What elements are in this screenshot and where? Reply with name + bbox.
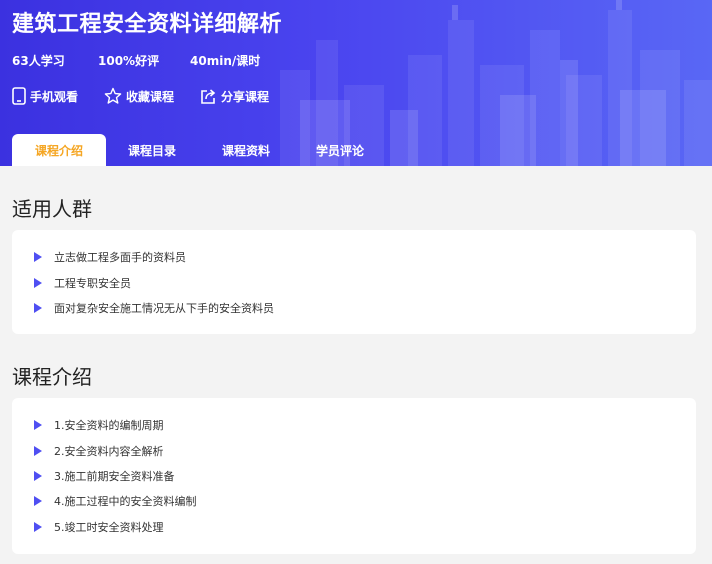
audience-card: 立志做工程多面手的资料员 工程专职安全员 面对复杂安全施工情况无从下手的安全资料…	[12, 230, 696, 334]
favorite-button[interactable]: 收藏课程	[104, 86, 174, 106]
tab-reviews[interactable]: 学员评论	[304, 134, 376, 166]
list-item-text: 5.竣工时安全资料处理	[54, 521, 164, 534]
lesson-duration: 40min/课时	[190, 54, 261, 68]
list-item-text: 面对复杂安全施工情况无从下手的安全资料员	[54, 302, 274, 315]
share-label: 分享课程	[221, 89, 270, 104]
triangle-right-icon	[34, 446, 42, 456]
list-item-text: 1.安全资料的编制周期	[54, 419, 164, 432]
triangle-right-icon	[34, 471, 42, 481]
list-item-text: 3.施工前期安全资料准备	[54, 470, 175, 483]
mobile-watch-button[interactable]: 手机观看	[12, 86, 78, 106]
triangle-right-icon	[34, 522, 42, 532]
list-item: 4.施工过程中的安全资料编制	[34, 493, 197, 509]
intro-section-title: 课程介绍	[12, 365, 92, 389]
triangle-right-icon	[34, 420, 42, 430]
list-item: 立志做工程多面手的资料员	[34, 249, 186, 265]
course-title: 建筑工程安全资料详细解析	[12, 12, 283, 37]
list-item: 1.安全资料的编制周期	[34, 417, 164, 433]
course-header: 建筑工程安全资料详细解析 63人学习 100%好评 40min/课时 手机观看 …	[0, 0, 712, 166]
list-item: 2.安全资料内容全解析	[34, 443, 164, 459]
triangle-right-icon	[34, 252, 42, 262]
tab-course-intro[interactable]: 课程介绍	[12, 134, 106, 166]
list-item-text: 工程专职安全员	[54, 277, 131, 290]
triangle-right-icon	[34, 303, 42, 313]
share-button[interactable]: 分享课程	[200, 86, 269, 106]
list-item: 5.竣工时安全资料处理	[34, 519, 164, 535]
tab-catalog[interactable]: 课程目录	[116, 134, 188, 166]
list-item-text: 2.安全资料内容全解析	[54, 445, 164, 458]
share-icon	[201, 88, 216, 104]
tab-materials[interactable]: 课程资料	[210, 134, 282, 166]
list-item: 3.施工前期安全资料准备	[34, 468, 175, 484]
triangle-right-icon	[34, 278, 42, 288]
phone-icon	[12, 87, 26, 105]
list-item-text: 4.施工过程中的安全资料编制	[54, 495, 197, 508]
list-item: 工程专职安全员	[34, 275, 131, 291]
intro-card: 1.安全资料的编制周期 2.安全资料内容全解析 3.施工前期安全资料准备 4.施…	[12, 398, 696, 554]
triangle-right-icon	[34, 496, 42, 506]
list-item: 面对复杂安全施工情况无从下手的安全资料员	[34, 300, 274, 316]
learner-count: 63人学习	[12, 54, 65, 68]
rating: 100%好评	[98, 54, 160, 68]
favorite-label: 收藏课程	[126, 89, 175, 104]
list-item-text: 立志做工程多面手的资料员	[54, 251, 186, 264]
star-icon	[104, 87, 122, 104]
audience-section-title: 适用人群	[12, 197, 92, 221]
mobile-watch-label: 手机观看	[30, 89, 79, 104]
